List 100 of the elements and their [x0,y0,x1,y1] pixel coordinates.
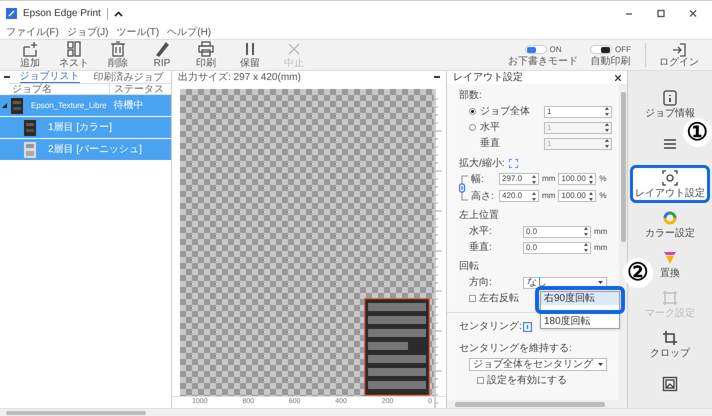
spin-box[interactable]: 420.0 [499,190,539,202]
field-label: 幅: [471,174,485,184]
scrollbar-thumb[interactable] [6,410,146,414]
unit-label: mm [542,190,556,202]
spinner-arrows-icon [532,174,536,184]
window-title: Epson Edge Print [23,7,101,21]
field-label: 水平: [469,226,493,237]
toolbar-button[interactable]: ネスト [52,41,96,69]
info-icon [662,90,678,106]
spinner-arrows-icon [532,192,536,200]
spinner-arrows-icon [584,227,588,236]
login-button[interactable]: ログイン [654,42,704,68]
dropdown-arrow-icon [598,363,603,366]
menu-item[interactable]: ツール(T) [116,26,160,38]
image-icon [662,376,678,392]
expanded-icon[interactable] [2,103,7,108]
column-header[interactable]: ステータス [110,84,171,94]
field-label: 左上位置 [459,210,499,221]
output-size-label: 出力サイズ: 297 x 420(mm) [178,72,301,82]
field-label: 回転 [459,261,479,272]
funnel-icon [662,250,678,266]
close-icon [615,74,621,80]
field-label: ジョブ全体 [480,106,531,117]
toolbar-button[interactable]: 印刷 [184,41,228,69]
checkbox[interactable] [477,377,484,384]
toggle-state: OFF [615,44,631,56]
add-icon [22,41,38,57]
toolbar-button[interactable]: 追加 [8,41,52,69]
field-label: 部数: [459,90,482,101]
spin-box[interactable]: 100.00 [558,173,596,185]
trash-icon [110,41,126,57]
field-label: 垂直: [469,242,493,253]
field-label: 垂直 [480,138,501,149]
close-icon [688,9,698,18]
spin-box[interactable]: 100.00 [558,190,596,202]
panel-title: レイアウト設定 [453,72,523,83]
field-label: センタリング: [459,321,523,332]
maximize-icon [656,9,666,18]
app-logo-icon [6,8,17,19]
unit-label: mm [594,226,608,238]
unit-label: % [599,173,606,185]
spinner-arrows-icon [605,107,609,116]
menu-item[interactable]: ジョブ(J) [66,26,108,38]
spin-box[interactable]: 0.0 [523,242,591,254]
spinner-arrows-icon [605,139,609,148]
unit-label: mm [594,242,608,254]
spin-box[interactable]: 1 [544,106,612,118]
layout-icon [66,41,82,57]
printer-icon [198,41,214,57]
sidebar-button[interactable]: レイアウト設定 [630,165,710,203]
radio-button[interactable] [469,124,476,131]
field-label: 方向: [469,277,493,288]
toggle-switch[interactable] [524,45,546,54]
tab[interactable]: ジョブリスト [20,71,80,83]
checkbox[interactable] [469,295,476,302]
sign-in-icon [672,42,686,56]
caret-icon[interactable] [114,10,123,16]
crop-icon [662,330,678,346]
sidebar-button[interactable]: クロップ [648,325,692,363]
spin-box[interactable]: 0.0 [523,226,591,238]
toolbar-button[interactable]: 削除 [96,41,140,69]
dropdown[interactable]: ジョブ全体をセンタリング [469,358,607,371]
toggle-label: お下書きモード [508,56,578,66]
field-label: センタリングを維持する: [459,343,572,354]
collapse-icon[interactable] [4,75,10,79]
spinner-arrows-icon [589,192,594,200]
menu-item[interactable]: ヘルプ(H) [167,26,212,38]
list-icon [662,136,678,152]
color-wheel-icon [662,210,678,226]
fit-icon[interactable] [509,159,518,168]
tab[interactable]: 印刷済みジョブ [94,71,164,83]
toggle-switch[interactable] [590,45,612,54]
field-label: 水平 [480,122,501,133]
dropdown-option[interactable]: 180度回転 [541,315,619,328]
sidebar-button[interactable]: カラー設定 [643,205,697,243]
menu-item[interactable]: ファイル(F) [6,26,59,38]
toolbar-button[interactable]: 保留 [228,41,272,69]
unit-label: mm [542,173,556,185]
field-label: 拡大/縮小: [459,158,506,169]
dropdown-arrow-icon [598,281,603,284]
field-label: 左右反転 [479,293,519,304]
centering-icon[interactable] [523,322,532,332]
toggle-state: ON [550,44,562,56]
column-header[interactable]: ジョブ名 [10,84,110,94]
toolbar-button[interactable]: RIP [140,41,184,69]
cross-icon [286,41,302,57]
field-label: 高さ: [471,190,495,202]
scrollbar-thumb[interactable] [620,92,626,242]
field-label: 設定を有効にする [487,375,567,386]
close-button[interactable] [615,74,621,80]
spin-box[interactable]: 297.0 [499,173,539,185]
spinner-arrows-icon [584,243,588,252]
pen-icon [154,41,170,57]
spinner-arrows-icon [605,123,609,132]
toggle-label: 自動印刷 [590,56,630,66]
scrollbar-thumb[interactable] [455,402,605,406]
sidebar-button[interactable]: 置換 [658,245,682,283]
radio-button[interactable] [469,108,476,115]
expand-icon[interactable] [434,75,440,79]
dropdown-option[interactable]: 右90度回転 [541,292,619,305]
